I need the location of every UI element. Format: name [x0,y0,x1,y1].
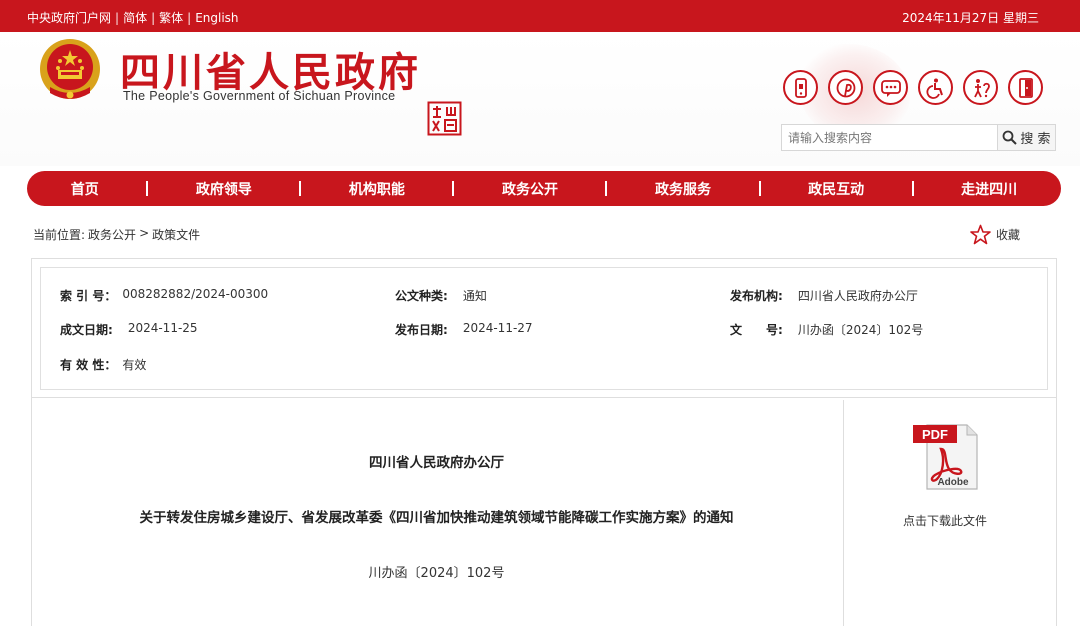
meta-validity: 有 效 性： 有效 [60,356,146,373]
nav-divider [452,181,455,196]
meta-type-value: 通知 [462,289,487,303]
nav-home[interactable]: 首页 [71,179,99,199]
english-link[interactable]: English [195,11,238,25]
search-icon [1003,130,1018,145]
central-gov-link[interactable]: 中央政府门户网 [27,9,111,26]
main-nav: 首页 政府领导 机构职能 政务公开 政务服务 政民互动 走进四川 [27,171,1061,206]
top-links: 中央政府门户网 | 简体 | 繁体 | English [27,9,239,26]
nav-open-government[interactable]: 政务公开 [502,179,558,199]
meta-org-value: 四川省人民政府办公厅 [797,289,918,303]
pdf-download-icon[interactable]: PDF Adobe [911,421,981,491]
search-input[interactable] [782,125,998,150]
elderly-care-icon[interactable] [963,70,998,105]
meta-type: 公文种类: 通知 [395,287,487,304]
favorite-button[interactable]: 收藏 [970,224,1020,245]
meta-valid-value: 有效 [122,358,147,372]
simplified-link[interactable]: 简体 [123,9,147,26]
divider: | [115,10,120,25]
meta-pub-date: 发布日期: 2024-11-27 [395,321,533,338]
national-emblem-icon[interactable] [36,37,104,105]
nav-divider [146,181,149,196]
search-button-label: 搜 索 [1020,132,1051,147]
accessibility-icon[interactable] [918,70,953,105]
meta-org-label: 发布机构: [730,289,783,303]
current-date: 2024年11月27日 星期三 [902,11,1039,25]
breadcrumb-separator: > [139,226,150,240]
meta-docno-value: 川办函〔2024〕102号 [797,323,924,337]
divider: | [151,10,156,25]
nav-divider [299,181,302,196]
meta-made-date: 成文日期: 2024-11-25 [60,321,198,338]
breadcrumb-policy-docs[interactable]: 政策文件 [152,226,200,243]
meta-index-value: 008282882/2024-00300 [122,287,269,301]
adobe-text: Adobe [937,477,969,488]
meta-index: 索 引 号： 008282882/2024-00300 [60,287,268,304]
meta-pub-value: 2024-11-27 [462,321,533,335]
document-issuer: 四川省人民政府办公厅 [369,455,504,471]
breadcrumb: 当前位置: 政务公开 > 政策文件 [33,226,200,243]
breadcrumb-label: 当前位置: [33,228,86,242]
seal-logo-icon [427,101,462,136]
meta-docno-label: 文 号: [730,323,783,337]
nav-functions[interactable]: 机构职能 [349,179,405,199]
nav-divider [758,181,761,196]
top-bar: 中央政府门户网 | 简体 | 繁体 | English 2024年11月27日 … [0,0,1080,32]
traditional-link[interactable]: 繁体 [159,9,183,26]
star-icon [970,224,991,245]
message-icon[interactable] [873,70,908,105]
search-button[interactable]: 搜 索 [997,125,1055,150]
document-number: 川办函〔2024〕102号 [368,566,505,581]
nav-divider [605,181,608,196]
pinterest-icon[interactable] [828,70,863,105]
meta-made-label: 成文日期: [60,323,113,337]
divider: | [187,10,192,25]
meta-doc-number: 文 号: 川办函〔2024〕102号 [730,321,923,338]
pdf-badge-text: PDF [922,427,948,442]
meta-org: 发布机构: 四川省人民政府办公厅 [730,287,918,304]
nav-about-sichuan[interactable]: 走进四川 [961,179,1017,199]
exit-icon[interactable] [1008,70,1043,105]
meta-pub-label: 发布日期: [395,323,448,337]
nav-interaction[interactable]: 政民互动 [808,179,864,199]
nav-divider [911,181,914,196]
document-title: 关于转发住房城乡建设厅、省发展改革委《四川省加快推动建筑领域节能降碳工作实施方案… [139,510,734,526]
breadcrumb-open-government[interactable]: 政务公开 [88,226,136,243]
nav-leaders[interactable]: 政府领导 [196,179,252,199]
meta-type-label: 公文种类: [395,289,448,303]
meta-made-value: 2024-11-25 [127,321,198,335]
meta-index-label: 索 引 号： [60,289,117,303]
nav-services[interactable]: 政务服务 [655,179,711,199]
toolbar [783,70,1043,105]
search-box: 搜 索 [781,124,1056,151]
site-subtitle: The People's Government of Sichuan Provi… [123,89,396,103]
favorite-label: 收藏 [996,228,1021,242]
meta-valid-label: 有 效 性： [60,358,117,372]
download-file-link[interactable]: 点击下载此文件 [843,512,1047,529]
mobile-icon[interactable] [783,70,818,105]
